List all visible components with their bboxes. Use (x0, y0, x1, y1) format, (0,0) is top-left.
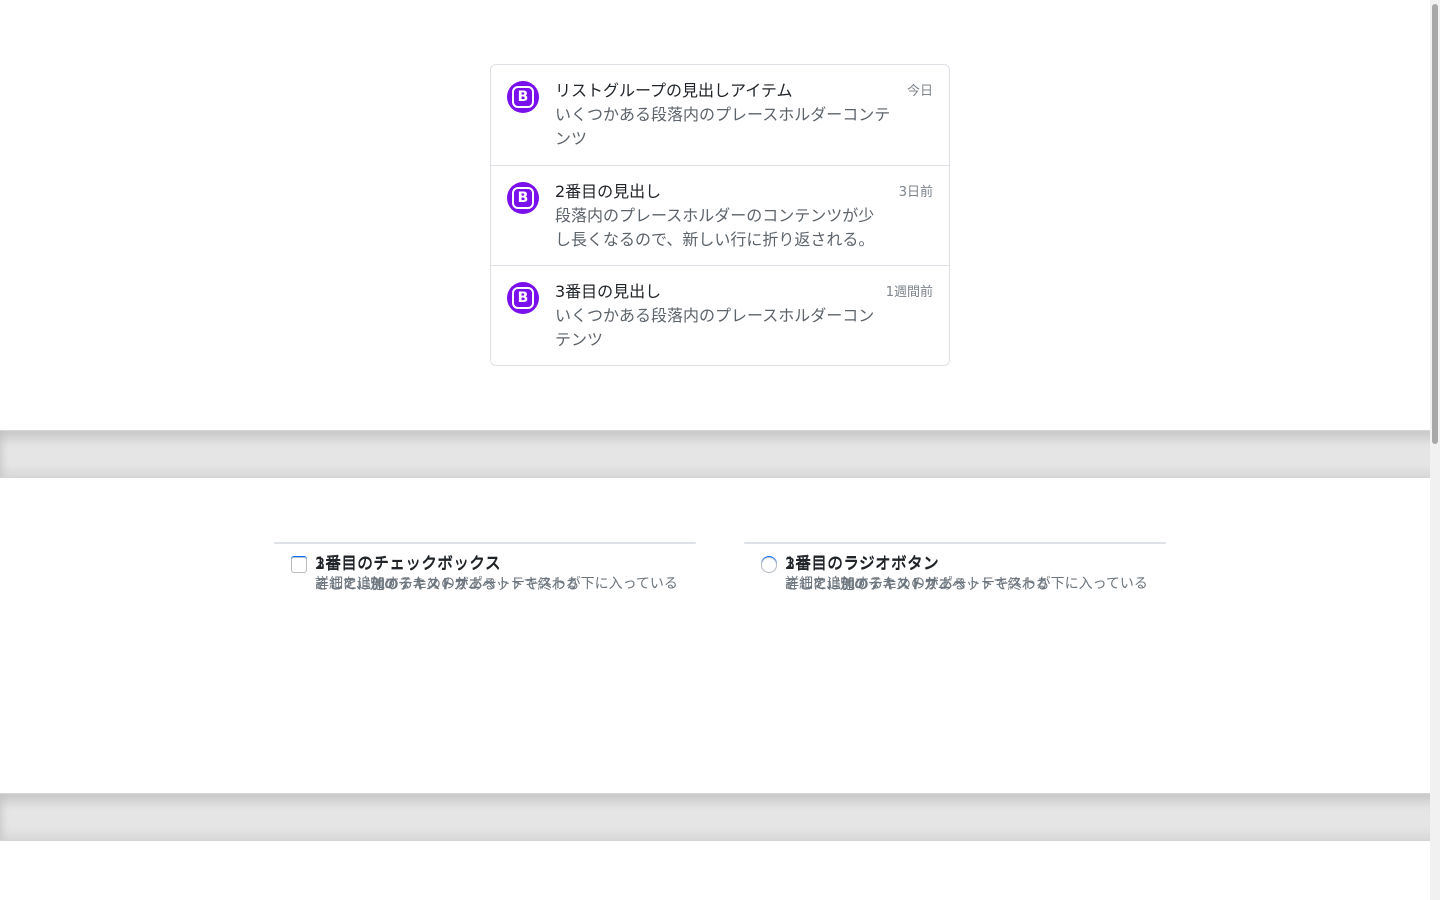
page: B リストグループの見出しアイテム いくつかある段落内のプレースホルダーコンテン… (0, 0, 1440, 900)
scrollbar-thumb[interactable] (1432, 4, 1438, 444)
list-item-heading: 2番目の見出し (555, 182, 662, 201)
list-group-item[interactable]: B 3番目の見出し いくつかある段落内のプレースホルダーコンテンツ 1週間前 (491, 265, 949, 365)
checkbox-unchecked[interactable] (291, 557, 307, 573)
list-item-description: 段落内のプレースホルダーのコンテンツが少し長くなるので、新しい行に折り返される。 (555, 206, 875, 249)
checkbox-label: 3番目のチェックボックス (315, 554, 501, 573)
section-divider (0, 430, 1440, 478)
list-item-text: リストグループの見出しアイテム いくつかある段落内のプレースホルダーコンテンツ (555, 79, 895, 151)
list-item-description: いくつかある段落内のプレースホルダーコンテンツ (555, 105, 891, 148)
list-group: B リストグループの見出しアイテム いくつかある段落内のプレースホルダーコンテン… (490, 64, 950, 366)
bootstrap-logo-icon: B (507, 282, 539, 314)
list-group-item[interactable]: B リストグループの見出しアイテム いくつかある段落内のプレースホルダーコンテン… (491, 65, 949, 165)
checkbox-list-group: 1番目のチェックボックス 詳細を追加するためのサポートテキストが下に入っている … (274, 542, 696, 593)
checkbox-help-text: そして、別のテキストスニペットで終わる (315, 577, 580, 593)
radio-list-group: 1番目のラジオボタン 詳細を追加するためのサポートテキストが下に入っている 2番… (744, 542, 1166, 593)
list-item-text: 2番目の見出し 段落内のプレースホルダーのコンテンツが少し長くなるので、新しい行… (555, 180, 885, 252)
list-item-heading: リストグループの見出しアイテム (555, 81, 793, 100)
avatar-letter: B (512, 287, 534, 309)
section-divider (0, 793, 1440, 841)
vertical-scrollbar[interactable] (1430, 0, 1440, 900)
list-item-description: いくつかある段落内のプレースホルダーコンテンツ (555, 306, 875, 349)
list-item-time: 3日前 (898, 185, 933, 200)
radio-help-text: そして、別のテキストスニペットで終わる (785, 577, 1050, 593)
radio-label: 3番目のラジオボタン (785, 554, 939, 573)
list-group-item[interactable]: B 2番目の見出し 段落内のプレースホルダーのコンテンツが少し長くなるので、新し… (491, 165, 949, 265)
avatar-letter: B (512, 86, 534, 108)
list-item-time: 今日 (906, 84, 933, 99)
radio-text: 3番目のラジオボタン そして、別のテキストスニペットで終わる (785, 553, 1049, 595)
list-item-time: 1週間前 (885, 285, 933, 300)
radio-unselected[interactable] (761, 557, 777, 573)
bootstrap-logo-icon: B (507, 182, 539, 214)
list-item-heading: 3番目の見出し (555, 282, 662, 301)
bootstrap-logo-icon: B (507, 81, 539, 113)
avatar-letter: B (512, 187, 534, 209)
checkbox-text: 3番目のチェックボックス そして、別のテキストスニペットで終わる (315, 553, 579, 595)
list-item-text: 3番目の見出し いくつかある段落内のプレースホルダーコンテンツ (555, 280, 885, 352)
